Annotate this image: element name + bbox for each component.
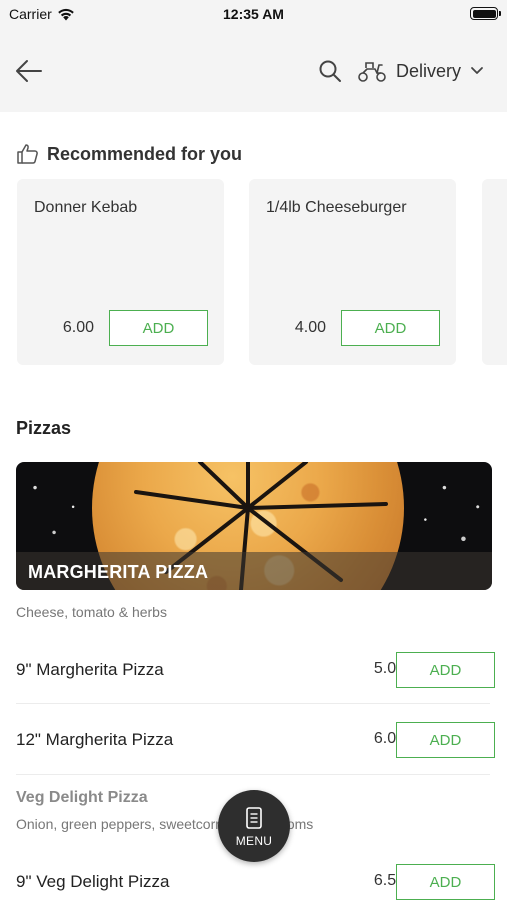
menu-item-row: 9" Margherita Pizza 5.00 ADD [16, 652, 495, 688]
add-button[interactable]: ADD [396, 722, 495, 758]
battery-icon [470, 7, 501, 20]
delivery-mode-selector[interactable]: Delivery [357, 56, 484, 86]
recommended-title: Recommended for you [47, 143, 243, 164]
divider [16, 703, 490, 704]
status-time: 12:35 AM [223, 6, 284, 22]
search-icon[interactable] [318, 59, 342, 83]
recommended-card-peek[interactable] [482, 179, 507, 365]
add-button[interactable]: ADD [341, 310, 440, 346]
scooter-icon [358, 62, 386, 82]
category-banner-image: MARGHERITA PIZZA [16, 462, 492, 590]
chevron-down-icon [471, 67, 483, 74]
subgroup-title: Veg Delight Pizza [16, 789, 148, 806]
recommended-item-price: 6.00 [62, 319, 94, 336]
add-button[interactable]: ADD [109, 310, 208, 346]
menu-item-price: 6.00 [373, 730, 405, 747]
delivery-label: Delivery [396, 60, 462, 81]
recommended-item-price: 4.00 [294, 319, 326, 336]
recommended-card[interactable]: 1/4lb Cheeseburger 4.00 ADD [249, 179, 456, 365]
menu-item-row: 9" Veg Delight Pizza 6.50 ADD [16, 864, 495, 900]
menu-item-name: 12" Margherita Pizza [16, 730, 174, 749]
menu-book-icon [246, 807, 262, 829]
menu-fab-button[interactable]: MENU [218, 790, 290, 862]
menu-item-price: 6.50 [373, 872, 405, 889]
menu-fab-label: MENU [235, 834, 273, 848]
thumbs-up-icon [17, 144, 38, 164]
recommended-item-name: 1/4lb Cheeseburger [266, 199, 407, 216]
top-nav-bar: Delivery [0, 30, 507, 112]
menu-item-price: 5.00 [373, 660, 405, 677]
recommended-header: Recommended for you [16, 142, 242, 166]
menu-item-name: 9" Veg Delight Pizza [16, 872, 170, 891]
add-button[interactable]: ADD [396, 864, 495, 900]
divider [16, 774, 490, 775]
recommended-card[interactable]: Donner Kebab 6.00 ADD [17, 179, 224, 365]
section-title-pizzas: Pizzas [16, 418, 72, 438]
recommended-item-name: Donner Kebab [34, 199, 138, 216]
banner-caption: MARGHERITA PIZZA [28, 562, 209, 582]
status-bar: Carrier 12:35 AM [0, 0, 507, 30]
menu-item-row: 12" Margherita Pizza 6.00 ADD [16, 722, 495, 758]
category-description: Cheese, tomato & herbs [16, 604, 167, 620]
menu-item-name: 9" Margherita Pizza [16, 660, 164, 679]
add-button[interactable]: ADD [396, 652, 495, 688]
back-arrow-icon[interactable] [14, 57, 44, 85]
